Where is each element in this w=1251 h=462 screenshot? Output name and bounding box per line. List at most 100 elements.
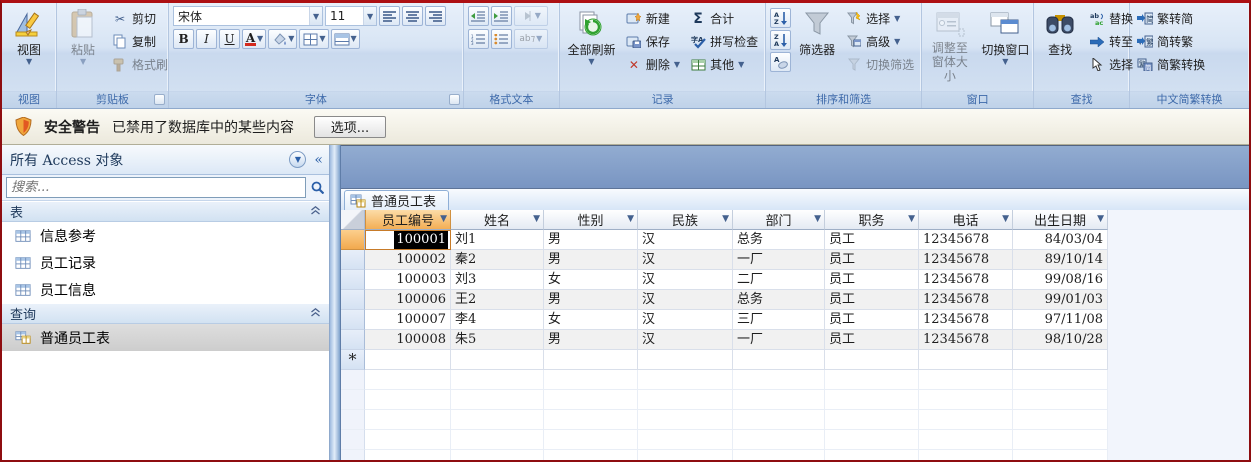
nav-item-员工记录[interactable]: 员工记录 [2, 249, 329, 276]
table-cell[interactable]: 王2 [451, 290, 544, 310]
table-cell[interactable]: 汉 [638, 270, 733, 290]
chevron-down-icon[interactable]: ▼ [351, 35, 357, 43]
filter-button[interactable]: 筛选器 [795, 6, 839, 60]
row-selector[interactable] [341, 290, 365, 310]
new-record-selector[interactable]: * [341, 350, 365, 370]
text-direction-button[interactable]: ▼ [513, 6, 548, 26]
table-cell[interactable]: 84/03/04 [1013, 230, 1108, 250]
align-right-button[interactable] [425, 6, 447, 26]
new-record-cell[interactable] [451, 350, 544, 370]
table-cell[interactable]: 刘3 [451, 270, 544, 290]
nav-pane-splitter[interactable] [330, 145, 341, 460]
table-cell[interactable]: 100008 [365, 330, 451, 350]
table-cell[interactable]: 12345678 [919, 310, 1013, 330]
chevron-down-icon[interactable]: ▼ [309, 7, 323, 25]
new-record-cell[interactable] [919, 350, 1013, 370]
table-cell[interactable]: 100006 [365, 290, 451, 310]
nav-pane-header[interactable]: 所有 Access 对象 ▼ « [2, 145, 329, 175]
table-cell[interactable]: 12345678 [919, 330, 1013, 350]
row-selector[interactable] [341, 330, 365, 350]
row-selector[interactable] [341, 230, 365, 250]
gridlines-button[interactable]: ▼ [299, 29, 329, 49]
row-selector[interactable] [341, 270, 365, 290]
clipboard-dialog-launcher[interactable] [154, 94, 166, 105]
table-cell[interactable]: 李4 [451, 310, 544, 330]
font-name-combo[interactable]: 宋体 ▼ [173, 6, 324, 26]
table-cell[interactable]: 汉 [638, 330, 733, 350]
table-cell[interactable]: 12345678 [919, 250, 1013, 270]
table-cell[interactable]: 100003 [365, 270, 451, 290]
column-header-电话[interactable]: 电话 ▼ [919, 210, 1013, 230]
table-cell[interactable]: 朱5 [451, 330, 544, 350]
table-cell[interactable]: 100007 [365, 310, 451, 330]
nav-item-员工信息[interactable]: 员工信息 [2, 276, 329, 303]
table-cell[interactable]: 刘1 [451, 230, 544, 250]
format-painter-button[interactable]: 格式刷 [109, 54, 171, 75]
align-left-button[interactable] [379, 6, 401, 26]
collapse-section-icon[interactable] [310, 204, 321, 219]
table-cell[interactable]: 男 [544, 230, 638, 250]
paste-button[interactable]: 粘贴 ▼ [61, 6, 105, 67]
nav-section-header[interactable]: 表 [2, 201, 329, 222]
table-cell[interactable]: 一厂 [733, 250, 825, 270]
table-cell[interactable]: 员工 [825, 250, 919, 270]
table-cell[interactable]: 女 [544, 310, 638, 330]
column-dropdown-icon[interactable]: ▼ [814, 214, 821, 224]
row-selector[interactable] [341, 310, 365, 330]
collapse-section-icon[interactable] [310, 306, 321, 321]
sort-ascending-button[interactable]: AZ [770, 8, 792, 28]
nav-item-普通员工表[interactable]: 普通员工表 [2, 324, 329, 351]
align-center-button[interactable] [402, 6, 424, 26]
search-input[interactable] [6, 177, 306, 198]
table-cell[interactable]: 汉 [638, 310, 733, 330]
tab-query-datasheet[interactable]: 普通员工表 [344, 190, 450, 210]
refresh-all-button[interactable]: 全部刷新 ▼ [564, 6, 619, 67]
table-cell[interactable]: 员工 [825, 290, 919, 310]
table-cell[interactable]: 100002 [365, 250, 451, 270]
spelling-button[interactable]: 字A 拼写检查 [687, 31, 761, 52]
column-dropdown-icon[interactable]: ▼ [627, 214, 634, 224]
column-dropdown-icon[interactable]: ▼ [440, 214, 447, 224]
highlight-button[interactable]: ab⁊ ▼ [513, 29, 548, 49]
nav-menu-dropdown-icon[interactable]: ▼ [289, 151, 307, 168]
switch-windows-button[interactable]: 切换窗口 ▼ [981, 6, 1029, 67]
new-record-cell[interactable] [544, 350, 638, 370]
table-cell[interactable]: 男 [544, 330, 638, 350]
italic-button[interactable]: I [196, 29, 218, 49]
find-button[interactable]: 查找 [1038, 6, 1082, 60]
chevron-down-icon[interactable]: ▼ [738, 60, 744, 68]
new-record-cell[interactable] [733, 350, 825, 370]
table-cell[interactable]: 一厂 [733, 330, 825, 350]
new-record-button[interactable]: 新建 [623, 8, 683, 29]
save-button[interactable]: 保存 [623, 31, 683, 52]
totals-button[interactable]: Σ 合计 [687, 8, 761, 29]
table-cell[interactable]: 汉 [638, 230, 733, 250]
nav-section-header[interactable]: 查询 [2, 303, 329, 324]
underline-button[interactable]: U [219, 29, 241, 49]
table-cell[interactable]: 89/10/14 [1013, 250, 1108, 270]
select-all-corner[interactable] [341, 210, 365, 230]
column-dropdown-icon[interactable]: ▼ [722, 214, 729, 224]
more-button[interactable]: 其他 ▼ [687, 54, 761, 75]
table-cell[interactable]: 女 [544, 270, 638, 290]
chevron-down-icon[interactable]: ▼ [674, 60, 680, 68]
chevron-down-icon[interactable]: ▼ [894, 14, 900, 22]
view-button[interactable]: 视图 ▼ [7, 6, 51, 67]
numbered-list-button[interactable]: 123 [467, 29, 489, 49]
table-cell[interactable]: 二厂 [733, 270, 825, 290]
column-dropdown-icon[interactable]: ▼ [1097, 214, 1104, 224]
copy-button[interactable]: 复制 [109, 31, 171, 52]
column-header-部门[interactable]: 部门 ▼ [733, 210, 825, 230]
new-record-cell[interactable] [638, 350, 733, 370]
table-cell[interactable]: 男 [544, 290, 638, 310]
nav-item-信息参考[interactable]: 信息参考 [2, 222, 329, 249]
table-cell[interactable]: 秦2 [451, 250, 544, 270]
column-header-员工编号[interactable]: 员工编号 ▼ [365, 210, 451, 230]
table-cell[interactable]: 12345678 [919, 290, 1013, 310]
chevron-down-icon[interactable]: ▼ [363, 7, 377, 25]
advanced-filter-button[interactable]: 高级 ▼ [843, 31, 917, 52]
table-cell[interactable]: 总务 [733, 230, 825, 250]
table-cell[interactable]: 99/08/16 [1013, 270, 1108, 290]
table-cell[interactable]: 98/10/28 [1013, 330, 1108, 350]
column-dropdown-icon[interactable]: ▼ [533, 214, 540, 224]
